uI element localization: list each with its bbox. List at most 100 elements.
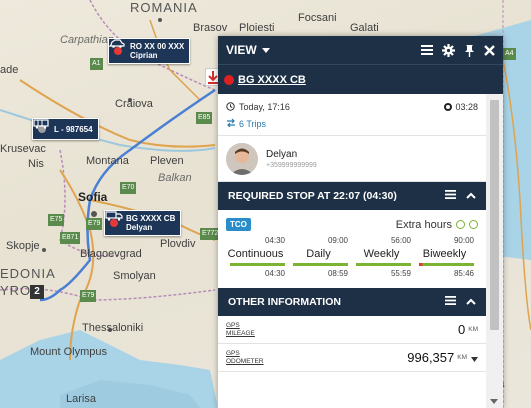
chevron-up-icon[interactable]: [466, 190, 476, 202]
tco-badge: TCO: [226, 218, 251, 231]
chevron-up-icon[interactable]: [466, 296, 476, 308]
info-unit: KM: [457, 354, 467, 361]
status-dot: [114, 47, 122, 55]
map-label: Smolyan: [113, 270, 156, 282]
road-shield: E85: [196, 112, 213, 124]
vehicle-plate: L - 987654: [54, 124, 93, 134]
menu-icon[interactable]: [445, 190, 456, 202]
limit-remaining: 85:46: [453, 269, 474, 278]
driver-card[interactable]: Delyan +359999999999: [218, 136, 486, 182]
caret-down-icon: [261, 47, 270, 53]
vehicle-details-panel: VIEW BG XXXX CB Today, 17:16 03:28 6 Tri…: [218, 36, 503, 408]
map-label: YRO: [0, 283, 32, 298]
pin-icon[interactable]: [464, 44, 475, 57]
clock-icon: [469, 220, 478, 229]
map-label: Skopje: [6, 240, 40, 252]
vehicle-plate: BG XXXX CB: [126, 214, 176, 223]
scrollbar-thumb[interactable]: [490, 100, 499, 330]
limit-biweekly: 90:00 Biweekly 85:46: [415, 236, 478, 278]
road-shield: A1: [90, 58, 103, 70]
map-label: Montana: [86, 155, 129, 167]
info-key: GPS: [226, 321, 240, 329]
vehicle-marker[interactable]: RO XX 00 XXX Ciprian: [108, 38, 191, 64]
info-key: MILEAGE: [226, 329, 255, 337]
avatar: [226, 142, 258, 175]
gear-icon[interactable]: [442, 43, 455, 57]
limit-max: 56:00: [390, 236, 411, 245]
duration-value: 03:28: [455, 102, 478, 112]
vehicle-marker[interactable]: L - 987654: [32, 118, 99, 140]
trips-link[interactable]: 6 Trips: [218, 114, 486, 136]
limit-label: Biweekly: [422, 248, 467, 260]
menu-icon[interactable]: [421, 45, 433, 55]
map-label: Pleven: [150, 155, 184, 167]
map-label: ade: [0, 64, 19, 76]
extra-hours-label: Extra hours: [395, 218, 452, 231]
driver-name: Delyan: [266, 148, 298, 160]
map-label: Thessaloniki: [82, 322, 144, 334]
limit-label: Daily: [306, 248, 331, 260]
map-label: Galati: [350, 22, 379, 34]
limit-max: 04:30: [264, 236, 285, 245]
view-menu-button[interactable]: VIEW: [226, 43, 270, 57]
scroll-down-icon[interactable]: [490, 399, 498, 404]
time-row: Today, 17:16 03:28: [218, 94, 486, 114]
map-label: Sofia: [78, 190, 108, 204]
vehicle-name-link[interactable]: BG XXXX CB: [238, 74, 306, 86]
panel-title: VIEW: [226, 43, 257, 57]
map-label: Balkan: [158, 172, 192, 184]
map-label: EDONIA: [0, 266, 56, 281]
other-info-title: OTHER INFORMATION: [228, 296, 341, 308]
limit-continuous: 04:30 Continuous 04:30: [226, 236, 289, 278]
map-label: Focsani: [298, 12, 337, 24]
map-label: Ploiesti: [239, 22, 275, 34]
panel-scrollbar[interactable]: [486, 94, 503, 408]
map-label: Plovdiv: [160, 238, 196, 250]
required-stop-header[interactable]: REQUIRED STOP AT 22:07 (04:30): [218, 182, 486, 210]
limit-weekly: 56:00 Weekly 55:59: [352, 236, 415, 278]
vehicle-driver: Ciprian: [130, 51, 158, 60]
trips-icon: [226, 118, 236, 129]
map-label: Mount Olympus: [30, 346, 108, 358]
info-key: ODOMETER: [226, 357, 264, 365]
road-shield: E79: [80, 290, 97, 302]
map-cluster-badge[interactable]: 2: [30, 285, 44, 299]
map-label: Larisa: [66, 393, 96, 405]
stop-duration-icon: [444, 103, 453, 111]
limit-progress-bar: [293, 263, 348, 266]
driving-limits: 04:30 Continuous 04:30 09:00 Daily 08:59…: [218, 232, 486, 278]
panel-header: VIEW: [218, 36, 503, 64]
road-shield: A4: [503, 48, 516, 60]
map-label: ROMANIA: [130, 0, 198, 15]
limit-remaining: 08:59: [327, 269, 348, 278]
chevron-down-icon[interactable]: [471, 349, 478, 367]
map-label: Carpathian: [60, 34, 114, 46]
map-label: Krusevac: [0, 143, 46, 155]
menu-icon[interactable]: [445, 296, 456, 308]
other-info-header[interactable]: OTHER INFORMATION: [218, 288, 486, 316]
trips-label: 6 Trips: [239, 118, 267, 129]
limit-progress-bar: [356, 263, 411, 266]
vehicle-marker[interactable]: BG XXXX CB Delyan: [104, 210, 182, 236]
limit-label: Weekly: [363, 248, 400, 260]
driver-phone: +359999999999: [266, 161, 317, 169]
close-icon[interactable]: [484, 44, 495, 56]
info-row-mileage: GPS MILEAGE 0 KM: [218, 316, 486, 344]
map-label: Craiova: [115, 98, 153, 110]
road-shield: E70: [120, 182, 137, 194]
limit-daily: 09:00 Daily 08:59: [289, 236, 352, 278]
limit-remaining: 55:59: [390, 269, 411, 278]
limit-max: 09:00: [327, 236, 348, 245]
limit-remaining: 04:30: [264, 269, 285, 278]
last-update-time: Today, 17:16: [239, 102, 290, 112]
info-value: 996,357: [407, 350, 455, 365]
panel-content: Today, 17:16 03:28 6 Trips Delyan +35999…: [218, 94, 486, 408]
vehicle-header[interactable]: BG XXXX CB: [218, 64, 503, 94]
map-label: Nis: [28, 158, 44, 170]
vehicle-driver: Delyan: [126, 223, 153, 232]
info-row-odometer: GPS ODOMETER 996,357 KM: [218, 344, 486, 372]
map-label: Brasov: [193, 22, 228, 34]
road-shield: E75: [48, 214, 65, 226]
limit-label: Continuous: [227, 248, 284, 260]
road-shield: E871: [60, 232, 81, 244]
